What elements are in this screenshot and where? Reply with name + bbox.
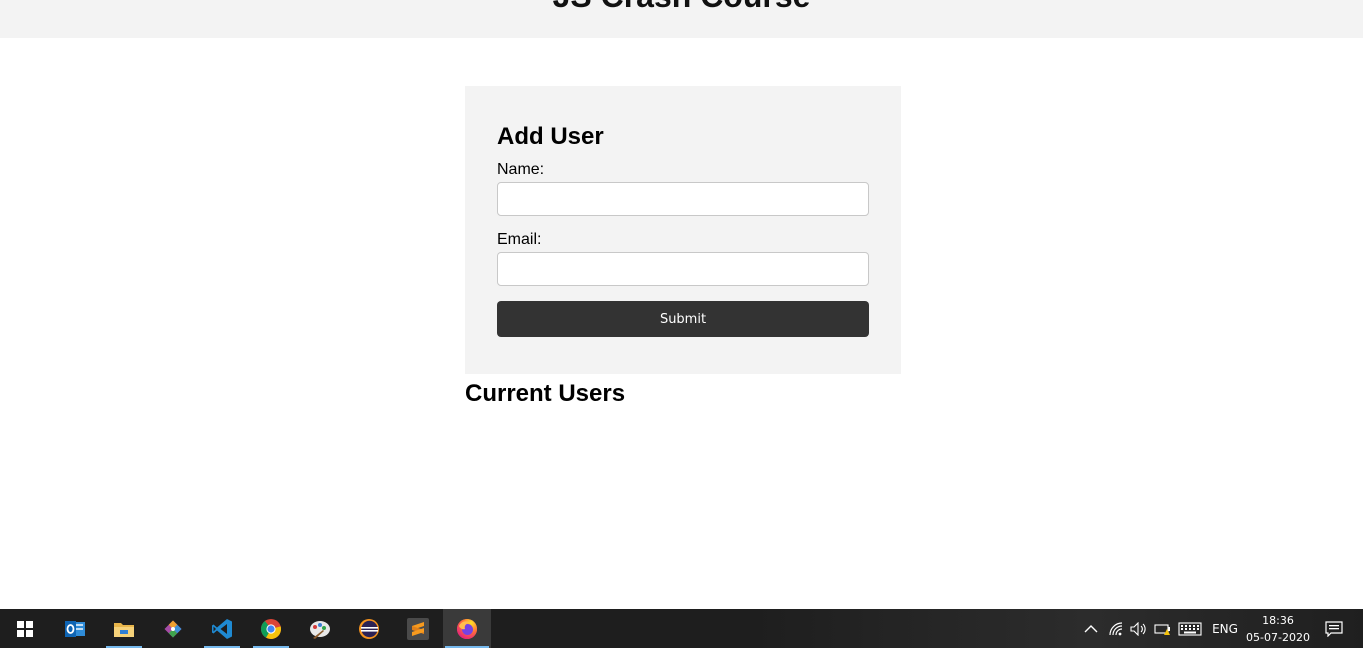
- system-clock[interactable]: 18:36 05-07-2020: [1244, 612, 1312, 646]
- windows-taskbar: ENG 18:36 05-07-2020: [0, 609, 1363, 648]
- firefox-icon: [457, 618, 477, 639]
- network-tray[interactable]: [1105, 609, 1127, 648]
- keyboard-icon: [1178, 621, 1202, 636]
- volume-tray[interactable]: [1128, 609, 1150, 648]
- speaker-icon: [1130, 621, 1146, 636]
- taskbar-app-eclipse[interactable]: [349, 609, 389, 648]
- chrome-icon: [260, 618, 282, 639]
- action-center-button[interactable]: [1320, 609, 1348, 648]
- clock-time: 18:36: [1262, 614, 1294, 627]
- taskbar-app-firefox[interactable]: [443, 609, 491, 648]
- power-tray[interactable]: [1152, 609, 1174, 648]
- battery-warning-icon: [1154, 623, 1170, 635]
- input-language-button[interactable]: ENG: [1208, 609, 1242, 648]
- taskbar-app-outlook[interactable]: [55, 609, 95, 648]
- vscode-icon: [212, 618, 232, 639]
- chevron-up-icon: [1084, 624, 1098, 632]
- sublime-text-icon: [407, 617, 429, 640]
- wifi-icon: [1109, 621, 1123, 635]
- show-hidden-icons-button[interactable]: [1080, 609, 1102, 648]
- form-title: Add User: [497, 123, 604, 150]
- windows-logo-icon: [17, 621, 33, 637]
- email-label: Email:: [497, 231, 542, 248]
- start-button[interactable]: [0, 609, 48, 648]
- submit-button[interactable]: Submit: [497, 301, 869, 337]
- current-users-heading: Current Users: [465, 380, 626, 407]
- outlook-icon: [65, 620, 85, 637]
- taskbar-app-chrome[interactable]: [251, 609, 291, 648]
- clock-date: 05-07-2020: [1246, 631, 1310, 644]
- eclipse-icon: [359, 618, 379, 639]
- page-header: JS Crash Course: [0, 0, 1363, 38]
- taskbar-app-vscode[interactable]: [202, 609, 242, 648]
- taskbar-app-file-explorer[interactable]: [104, 609, 144, 648]
- paint-icon: [310, 620, 330, 639]
- touch-keyboard-button[interactable]: [1176, 609, 1204, 648]
- email-input[interactable]: [497, 252, 869, 286]
- notifications-icon: [1325, 620, 1343, 637]
- name-input[interactable]: [497, 182, 869, 216]
- browser-page: JS Crash Course Add User Name: Email: Su…: [0, 0, 1363, 609]
- taskbar-app-git[interactable]: [153, 609, 193, 648]
- page-title: JS Crash Course: [0, 0, 1363, 15]
- taskbar-app-paint[interactable]: [300, 609, 340, 648]
- add-user-form: Add User Name: Email: Submit: [465, 86, 901, 374]
- git-icon: [164, 620, 182, 637]
- name-label: Name:: [497, 161, 545, 178]
- file-explorer-icon: [114, 622, 134, 637]
- taskbar-app-sublime-text[interactable]: [398, 609, 438, 648]
